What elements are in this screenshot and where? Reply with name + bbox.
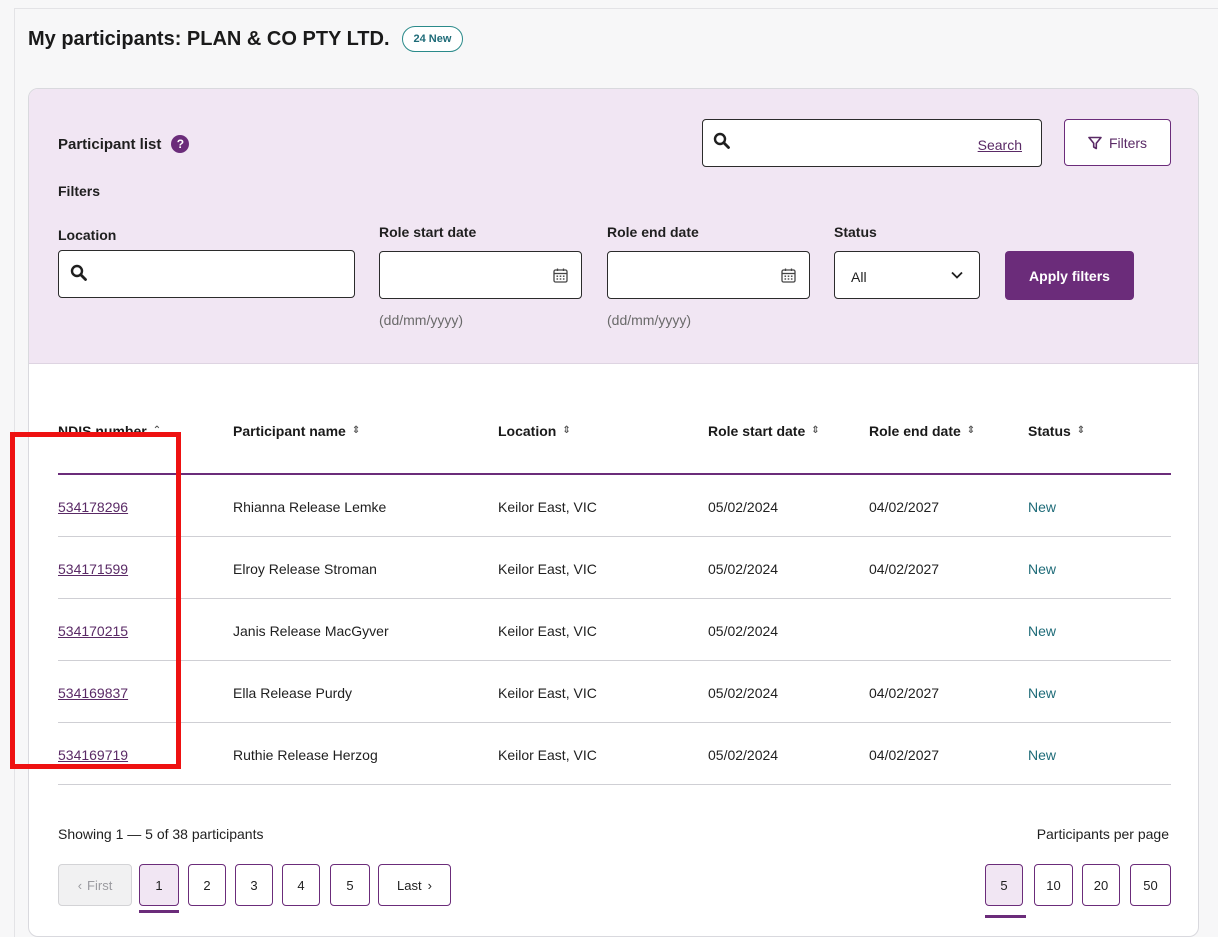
per-page-label: Participants per page	[1036, 826, 1169, 842]
role-start-cell: 05/02/2024	[708, 685, 779, 701]
column-header-label: Location	[498, 423, 557, 439]
search-icon	[713, 132, 730, 149]
column-header-role-start-date[interactable]: Role start date ⇕	[708, 423, 820, 439]
per-page-option-50[interactable]: 50	[1130, 864, 1171, 906]
annotation-highlight-box	[10, 432, 181, 769]
role-start-cell: 05/02/2024	[708, 561, 779, 577]
apply-filters-button[interactable]: Apply filters	[1005, 251, 1134, 300]
role-start-cell: 05/02/2024	[708, 747, 779, 763]
location-cell: Keilor East, VIC	[498, 623, 597, 639]
status-cell: New	[1028, 685, 1057, 701]
question-circle-icon[interactable]: ?	[171, 135, 190, 153]
sort-icon: ⇕	[1076, 425, 1086, 436]
status-select[interactable]: All	[834, 251, 980, 299]
panel-title: Participant list ?	[58, 135, 190, 153]
table-row: 534178296 Rhianna Release Lemke Keilor E…	[58, 475, 1171, 537]
column-header-participant-name[interactable]: Participant name ⇕	[233, 423, 360, 439]
last-page-label: Last	[397, 877, 422, 893]
location-label: Location	[58, 227, 117, 243]
calendar-icon[interactable]	[553, 268, 568, 283]
role-end-cell: 04/02/2027	[869, 561, 940, 577]
column-header-role-end-date[interactable]: Role end date ⇕	[869, 423, 975, 439]
status-cell: New	[1028, 561, 1057, 577]
participant-name: Ruthie Release Herzog	[233, 747, 378, 763]
calendar-icon[interactable]	[781, 268, 796, 283]
participant-name: Elroy Release Stroman	[233, 561, 377, 577]
participant-name: Ella Release Purdy	[233, 685, 353, 701]
sort-icon: ⇕	[811, 425, 820, 436]
status-select-value: All	[851, 269, 867, 285]
table-row: 534169719 Ruthie Release Herzog Keilor E…	[58, 723, 1171, 785]
column-header-location[interactable]: Location ⇕	[498, 423, 571, 439]
sort-icon: ⇕	[351, 425, 361, 436]
funnel-icon	[1088, 136, 1102, 149]
chevron-left-icon: ‹	[77, 877, 83, 893]
role-end-label: Role end date	[607, 224, 699, 240]
page-button-2[interactable]: 2	[188, 864, 226, 906]
chevron-down-icon	[951, 271, 963, 279]
role-end-cell: 04/02/2027	[869, 685, 940, 701]
column-header-label: Participant name	[233, 423, 346, 439]
search-icon	[70, 264, 87, 281]
participant-name: Janis Release MacGyver	[233, 623, 389, 639]
participant-name: Rhianna Release Lemke	[233, 499, 387, 515]
page-title: My participants: PLAN & CO PTY LTD.	[28, 27, 390, 50]
filters-heading: Filters	[58, 183, 101, 199]
filters-button-label: Filters	[1108, 134, 1148, 151]
location-cell: Keilor East, VIC	[498, 561, 597, 577]
participant-list-card: Participant list ? Filters Search Filter…	[28, 88, 1199, 937]
first-page-label: First	[87, 877, 113, 893]
first-page-button[interactable]: ‹ First	[58, 864, 132, 906]
location-cell: Keilor East, VIC	[498, 685, 597, 701]
results-summary: Showing 1 — 5 of 38 participants	[58, 826, 264, 842]
page-button-5[interactable]: 5	[330, 864, 370, 906]
participant-list-heading: Participant list	[58, 135, 162, 153]
column-header-label: Role start date	[708, 423, 806, 439]
page-header: My participants: PLAN & CO PTY LTD. 24 N…	[28, 26, 464, 52]
role-end-hint: (dd/mm/yyyy)	[607, 312, 691, 328]
role-start-cell: 05/02/2024	[708, 499, 779, 515]
current-page-indicator	[139, 910, 179, 913]
role-start-label: Role start date	[379, 224, 477, 240]
role-end-cell: 04/02/2027	[869, 747, 940, 763]
last-page-button[interactable]: Last ›	[378, 864, 451, 906]
sort-icon: ⇕	[966, 425, 976, 436]
status-label: Status	[834, 224, 877, 240]
per-page-option-5[interactable]: 5	[985, 864, 1023, 906]
status-cell: New	[1028, 499, 1057, 515]
role-end-cell: 04/02/2027	[869, 499, 940, 515]
column-header-label: Role end date	[869, 423, 961, 439]
sort-icon: ⇕	[562, 425, 571, 436]
status-cell: New	[1028, 623, 1057, 639]
role-start-cell: 05/02/2024	[708, 623, 779, 639]
filters-button[interactable]: Filters	[1064, 119, 1171, 166]
status-cell: New	[1028, 747, 1057, 763]
column-header-status[interactable]: Status ⇕	[1028, 423, 1085, 439]
search-link[interactable]: Search	[978, 137, 1022, 153]
page-button-1[interactable]: 1	[139, 864, 179, 906]
per-page-option-10[interactable]: 10	[1034, 864, 1073, 906]
new-count-badge[interactable]: 24 New	[401, 26, 464, 52]
location-input[interactable]	[58, 250, 355, 298]
role-start-hint: (dd/mm/yyyy)	[379, 312, 463, 328]
table-row: 534171599 Elroy Release Stroman Keilor E…	[58, 537, 1171, 599]
location-cell: Keilor East, VIC	[498, 747, 597, 763]
per-page-selected-indicator	[985, 915, 1026, 918]
chevron-right-icon: ›	[427, 877, 432, 893]
search-input[interactable]: Search	[702, 119, 1042, 167]
location-cell: Keilor East, VIC	[498, 499, 597, 515]
table-row: 534169837 Ella Release Purdy Keilor East…	[58, 661, 1171, 723]
role-end-date-input[interactable]	[607, 251, 810, 299]
per-page-option-20[interactable]: 20	[1082, 864, 1120, 906]
role-start-date-input[interactable]	[379, 251, 582, 299]
page-button-3[interactable]: 3	[235, 864, 273, 906]
page-button-4[interactable]: 4	[282, 864, 320, 906]
table-row: 534170215 Janis Release MacGyver Keilor …	[58, 599, 1171, 661]
filter-panel: Participant list ? Filters Search Filter…	[29, 89, 1198, 364]
column-header-label: Status	[1028, 423, 1071, 439]
